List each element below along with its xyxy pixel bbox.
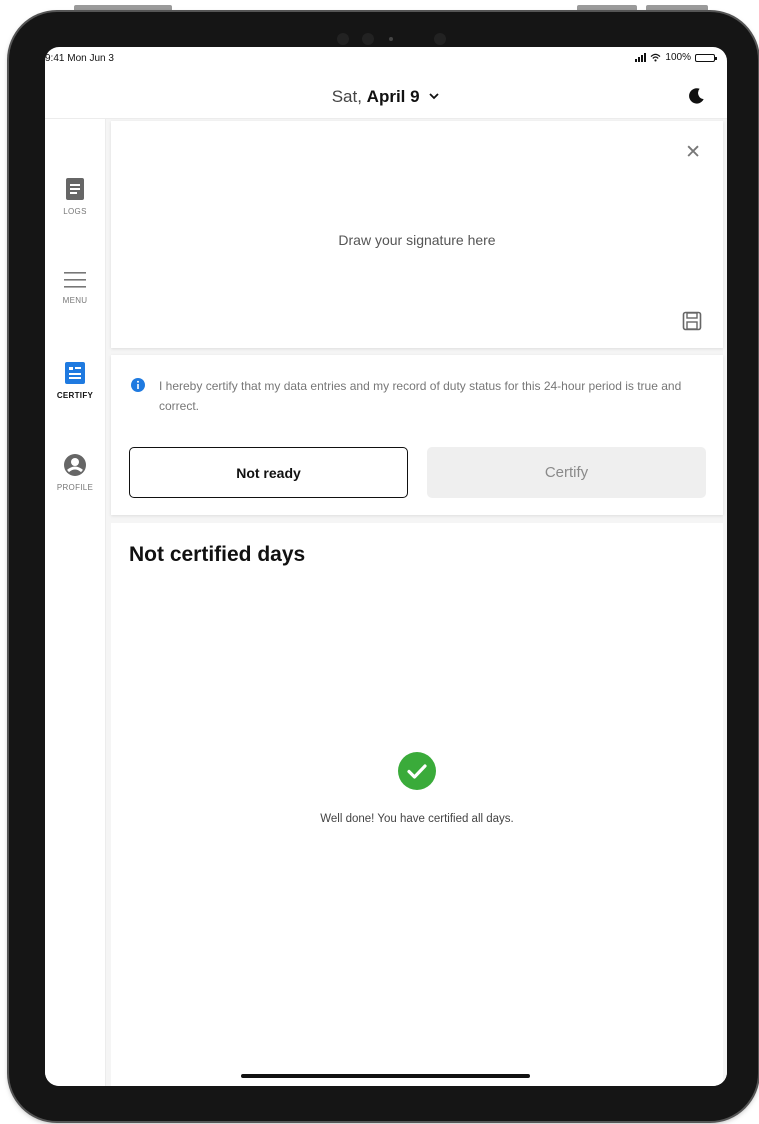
document-icon (66, 178, 84, 200)
signature-hint: Draw your signature here (338, 232, 496, 248)
status-indicators: 100% (635, 52, 717, 63)
moon-icon[interactable] (687, 87, 705, 105)
date-value: April 9 (366, 87, 420, 106)
close-icon[interactable]: ✕ (685, 143, 701, 162)
app-screen: 9:41 Mon Jun 3 100% Sat, April 9 LOGS ME… (45, 47, 727, 1086)
not-certified-section: Not certified days Well done! You have c… (111, 523, 723, 1086)
sensor-icon (362, 33, 374, 45)
main-content: ✕ Draw your signature here I hereby cert… (106, 119, 727, 1086)
status-time: 9:41 Mon Jun 3 (45, 53, 114, 64)
app-header: Sat, April 9 (45, 75, 727, 119)
sensor-icon (389, 37, 393, 41)
sidebar-item-label: MENU (62, 296, 88, 305)
user-icon (64, 454, 86, 476)
volume-button (74, 5, 172, 12)
wifi-icon (650, 53, 661, 62)
battery-icon (695, 53, 717, 62)
empty-state-message: Well done! You have certified all days. (320, 813, 514, 825)
sidebar-item-logs[interactable]: LOGS (45, 178, 105, 216)
check-circle-icon (398, 752, 436, 790)
battery-percent: 100% (665, 52, 691, 63)
save-icon[interactable] (682, 311, 702, 331)
chevron-down-icon (429, 93, 439, 100)
sidebar-item-label: PROFILE (56, 483, 94, 492)
power-button (646, 5, 708, 12)
sidebar-nav: LOGS MENU CERTIFY PROFILE (45, 119, 106, 1086)
certification-panel: I hereby certify that my data entries an… (111, 355, 723, 515)
date-selector[interactable]: Sat, April 9 (45, 87, 727, 107)
sidebar-item-menu[interactable]: MENU (45, 271, 105, 305)
certify-button[interactable]: Certify (427, 447, 706, 498)
sidebar-item-label: CERTIFY (56, 391, 94, 400)
home-indicator[interactable] (241, 1074, 530, 1078)
certify-icon (65, 362, 85, 384)
date-weekday: Sat, (331, 87, 362, 106)
cellular-signal-icon (635, 53, 647, 62)
side-button (577, 5, 637, 12)
hamburger-icon (64, 272, 86, 288)
sensor-icon (434, 33, 446, 45)
camera-icon (337, 33, 349, 45)
not-ready-button[interactable]: Not ready (129, 447, 408, 498)
certification-statement: I hereby certify that my data entries an… (159, 379, 682, 413)
sidebar-item-profile[interactable]: PROFILE (45, 454, 105, 492)
sidebar-item-certify[interactable]: CERTIFY (45, 362, 105, 400)
section-title: Not certified days (129, 543, 306, 566)
info-icon (131, 378, 145, 392)
sidebar-item-label: LOGS (63, 207, 87, 216)
signature-pad[interactable]: ✕ Draw your signature here (111, 121, 723, 348)
